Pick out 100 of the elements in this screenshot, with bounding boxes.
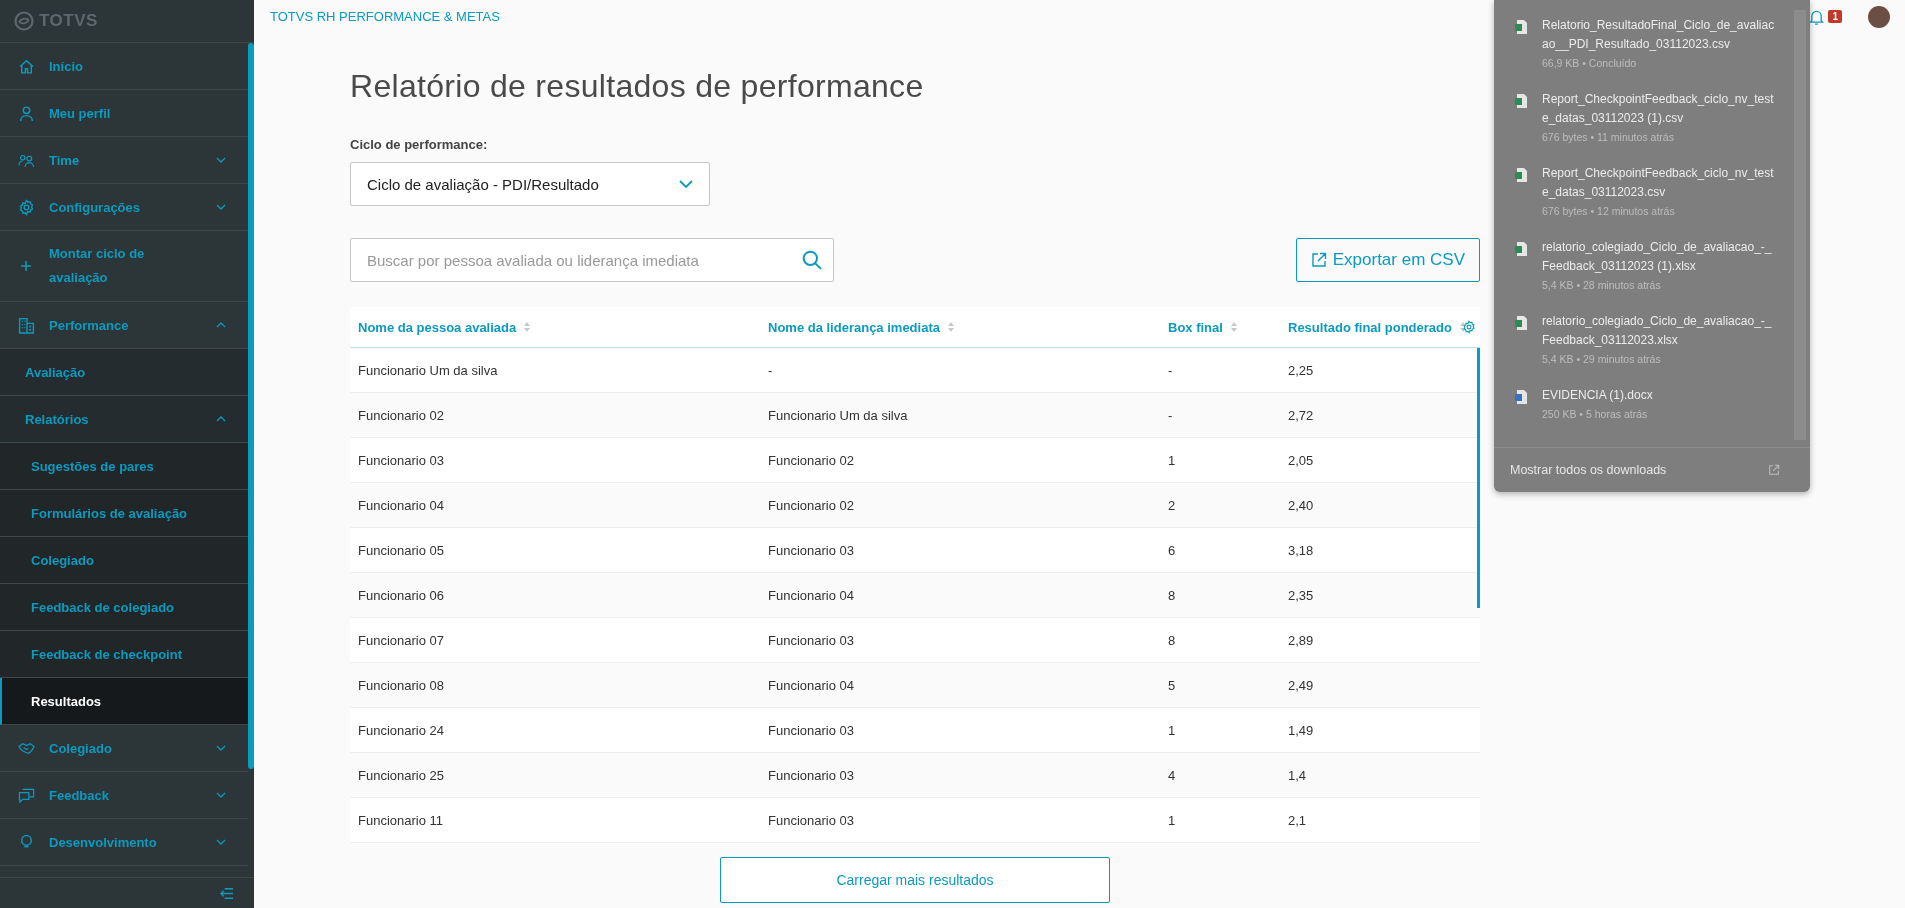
table-cell-text: Funcionario 11: [357, 812, 445, 828]
table-cell-text: 2,89: [1287, 632, 1315, 648]
file-status: 676 bytes • 11 minutos atrás: [1542, 130, 1675, 145]
file-name: relatorio_colegiado_Ciclo_de_avaliacao_-_Feedback_03112023.xlsx: [1542, 313, 1773, 349]
sidebar-item[interactable]: Feedback de colegiado: [0, 584, 248, 631]
table-cell-text: Funcionario 03: [767, 542, 855, 558]
file-status: 676 bytes • 12 minutos atrás: [1542, 204, 1676, 219]
notification-badge: 1: [1828, 10, 1842, 23]
table-cell-text: Funcionario 25: [357, 767, 445, 783]
search-field[interactable]: Buscar por pessoa avaliada ou liderança imediata: [350, 238, 834, 282]
load-more-button[interactable]: Carregar mais resultados: [720, 857, 1110, 903]
table-cell-text: Funcionario 03: [767, 722, 855, 738]
table-cell-text: 1,4: [1287, 767, 1308, 783]
file-status: 5,4 KB • 29 minutos atrás: [1542, 352, 1662, 367]
export-icon: [1310, 252, 1327, 268]
table-cell-text: Funcionario 03: [357, 452, 445, 468]
table-cell-text: 2,49: [1287, 677, 1315, 693]
download-item[interactable]: EVIDENCIA (1).docx 250 KB • 5 horas atrás: [1494, 386, 1810, 447]
sidebar-item[interactable]: Sugestões de pares: [0, 443, 248, 490]
table-cell-text: 1: [1167, 812, 1177, 828]
sidebar-item[interactable]: Avaliação: [0, 349, 248, 396]
download-item[interactable]: relatorio_colegiado_Ciclo_de_avaliacao_-_Feedback_03112023 (1).xlsx 5,4 KB • 28 minutos atrás: [1494, 238, 1810, 312]
table-cell-text: -: [1167, 407, 1174, 423]
table-cell-text: Funcionario 03: [767, 632, 855, 648]
file-name: EVIDENCIA (1).docx: [1542, 387, 1654, 404]
download-item[interactable]: Report_CheckpointFeedback_ciclo_nv_teste_datas_03112023.csv 676 bytes • 12 minutos atrás: [1494, 164, 1810, 238]
table-cell-text: 3,18: [1287, 542, 1315, 558]
scrollbar[interactable]: [248, 43, 254, 769]
table-cell-text: Funcionario 08: [357, 677, 445, 693]
table-cell-text: 2,40: [1287, 497, 1315, 513]
table-cell-text: Funcionario 04: [767, 587, 855, 603]
plus-icon: [20, 260, 32, 272]
sidebar-item[interactable]: Formulários de avaliação: [0, 490, 248, 537]
table-cell-text: Funcionario Um da silva: [767, 407, 909, 423]
table-cell-text: Funcionario 24: [357, 722, 445, 738]
file-status: 66,9 KB • Concluído: [1542, 56, 1638, 71]
document-file-icon: [1514, 389, 1528, 405]
table-cell-text: 2,1: [1287, 812, 1308, 828]
spreadsheet-file-icon: [1514, 241, 1528, 257]
cycle-select[interactable]: Ciclo de avaliação - PDI/Resultado: [350, 162, 710, 206]
table-cell-text: -: [1167, 362, 1174, 378]
file-name: relatorio_colegiado_Ciclo_de_avaliacao_-_Feedback_03112023 (1).xlsx: [1542, 239, 1773, 275]
building-icon: [18, 316, 35, 334]
table-cell-text: -: [767, 362, 774, 378]
table-cell-text: Funcionario 04: [767, 677, 855, 693]
table-cell-text: Funcionario Um da silva: [357, 362, 499, 378]
table-cell-text: Funcionario 03: [767, 812, 855, 828]
column-header[interactable]: Nome da liderança imediata: [760, 319, 1160, 335]
table-cell-text: 4: [1167, 767, 1177, 783]
table-cell-text: Funcionario 02: [767, 452, 855, 468]
sort-icon: [524, 322, 531, 332]
column-header[interactable]: Resultado final ponderado: [1280, 319, 1480, 335]
table-cell-text: 2,72: [1287, 407, 1315, 423]
table-cell-text: 5: [1167, 677, 1177, 693]
table-cell-text: Funcionario 05: [357, 542, 445, 558]
table-cell-text: 8: [1167, 587, 1177, 603]
table-cell-text: 1: [1167, 452, 1177, 468]
table-cell-text: Funcionario 02: [767, 497, 855, 513]
download-item[interactable]: relatorio_colegiado_Ciclo_de_avaliacao_-_Feedback_03112023.xlsx 5,4 KB • 29 minutos atrás: [1494, 312, 1810, 386]
table-cell-text: Funcionario 04: [357, 497, 445, 513]
spreadsheet-file-icon: [1514, 167, 1528, 183]
table-cell-text: 2,05: [1287, 452, 1315, 468]
spreadsheet-file-icon: [1514, 315, 1528, 331]
logo-icon: [14, 11, 34, 31]
file-status: 250 KB • 5 horas atrás: [1542, 407, 1649, 422]
table-cell-text: Funcionario 02: [357, 407, 445, 423]
table-cell-text: 1: [1167, 722, 1177, 738]
sidebar-item[interactable]: Colegiado: [0, 537, 248, 584]
field-label: Ciclo de performance:: [350, 137, 489, 152]
sort-icon: [947, 322, 954, 332]
table-cell-text: 2: [1167, 497, 1177, 513]
download-item[interactable]: Report_CheckpointFeedback_ciclo_nv_teste_datas_03112023 (1).csv 676 bytes • 11 minutos atrás: [1494, 90, 1810, 164]
chevron-down-icon: [679, 180, 693, 188]
download-item[interactable]: Relatorio_ResultadoFinal_Ciclo_de_avaliacao__PDI_Resultado_03112023.csv 66,9 KB • Concluído: [1494, 16, 1810, 90]
show-all-downloads-link[interactable]: Mostrar todos os downloads: [1494, 447, 1810, 492]
external-link-icon: [1768, 464, 1780, 476]
file-name: Report_CheckpointFeedback_ciclo_nv_teste_datas_03112023 (1).csv: [1542, 91, 1775, 127]
spreadsheet-file-icon: [1514, 19, 1528, 35]
export-csv-button[interactable]: Exportar em CSV: [1295, 238, 1480, 282]
search-icon: [802, 250, 822, 270]
column-header[interactable]: Box final: [1160, 319, 1280, 335]
file-status: 5,4 KB • 28 minutos atrás: [1542, 278, 1662, 293]
spreadsheet-file-icon: [1514, 93, 1528, 109]
sidebar-item[interactable]: Feedback de checkpoint: [0, 631, 248, 678]
user-icon: [18, 104, 35, 122]
table-cell-text: 2,35: [1287, 587, 1315, 603]
home-icon: [18, 57, 35, 75]
app-title: TOTVS RH PERFORMANCE & METAS: [270, 9, 500, 24]
avatar[interactable]: [1868, 5, 1890, 28]
sidebar-item[interactable]: Relatórios: [0, 396, 248, 443]
scrollbar[interactable]: [1477, 348, 1480, 608]
column-header[interactable]: Nome da pessoa avaliada: [350, 319, 760, 335]
table-cell-text: Funcionario 03: [767, 767, 855, 783]
collapse-menu-icon[interactable]: [219, 886, 234, 900]
settings-icon[interactable]: [1462, 320, 1476, 334]
chat-icon: [18, 786, 35, 804]
page-title: Relatório de resultados de performance: [350, 68, 925, 105]
sort-icon: [1230, 322, 1237, 332]
sidebar-item[interactable]: Resultados: [0, 678, 248, 725]
table-cell-text: 8: [1167, 632, 1177, 648]
